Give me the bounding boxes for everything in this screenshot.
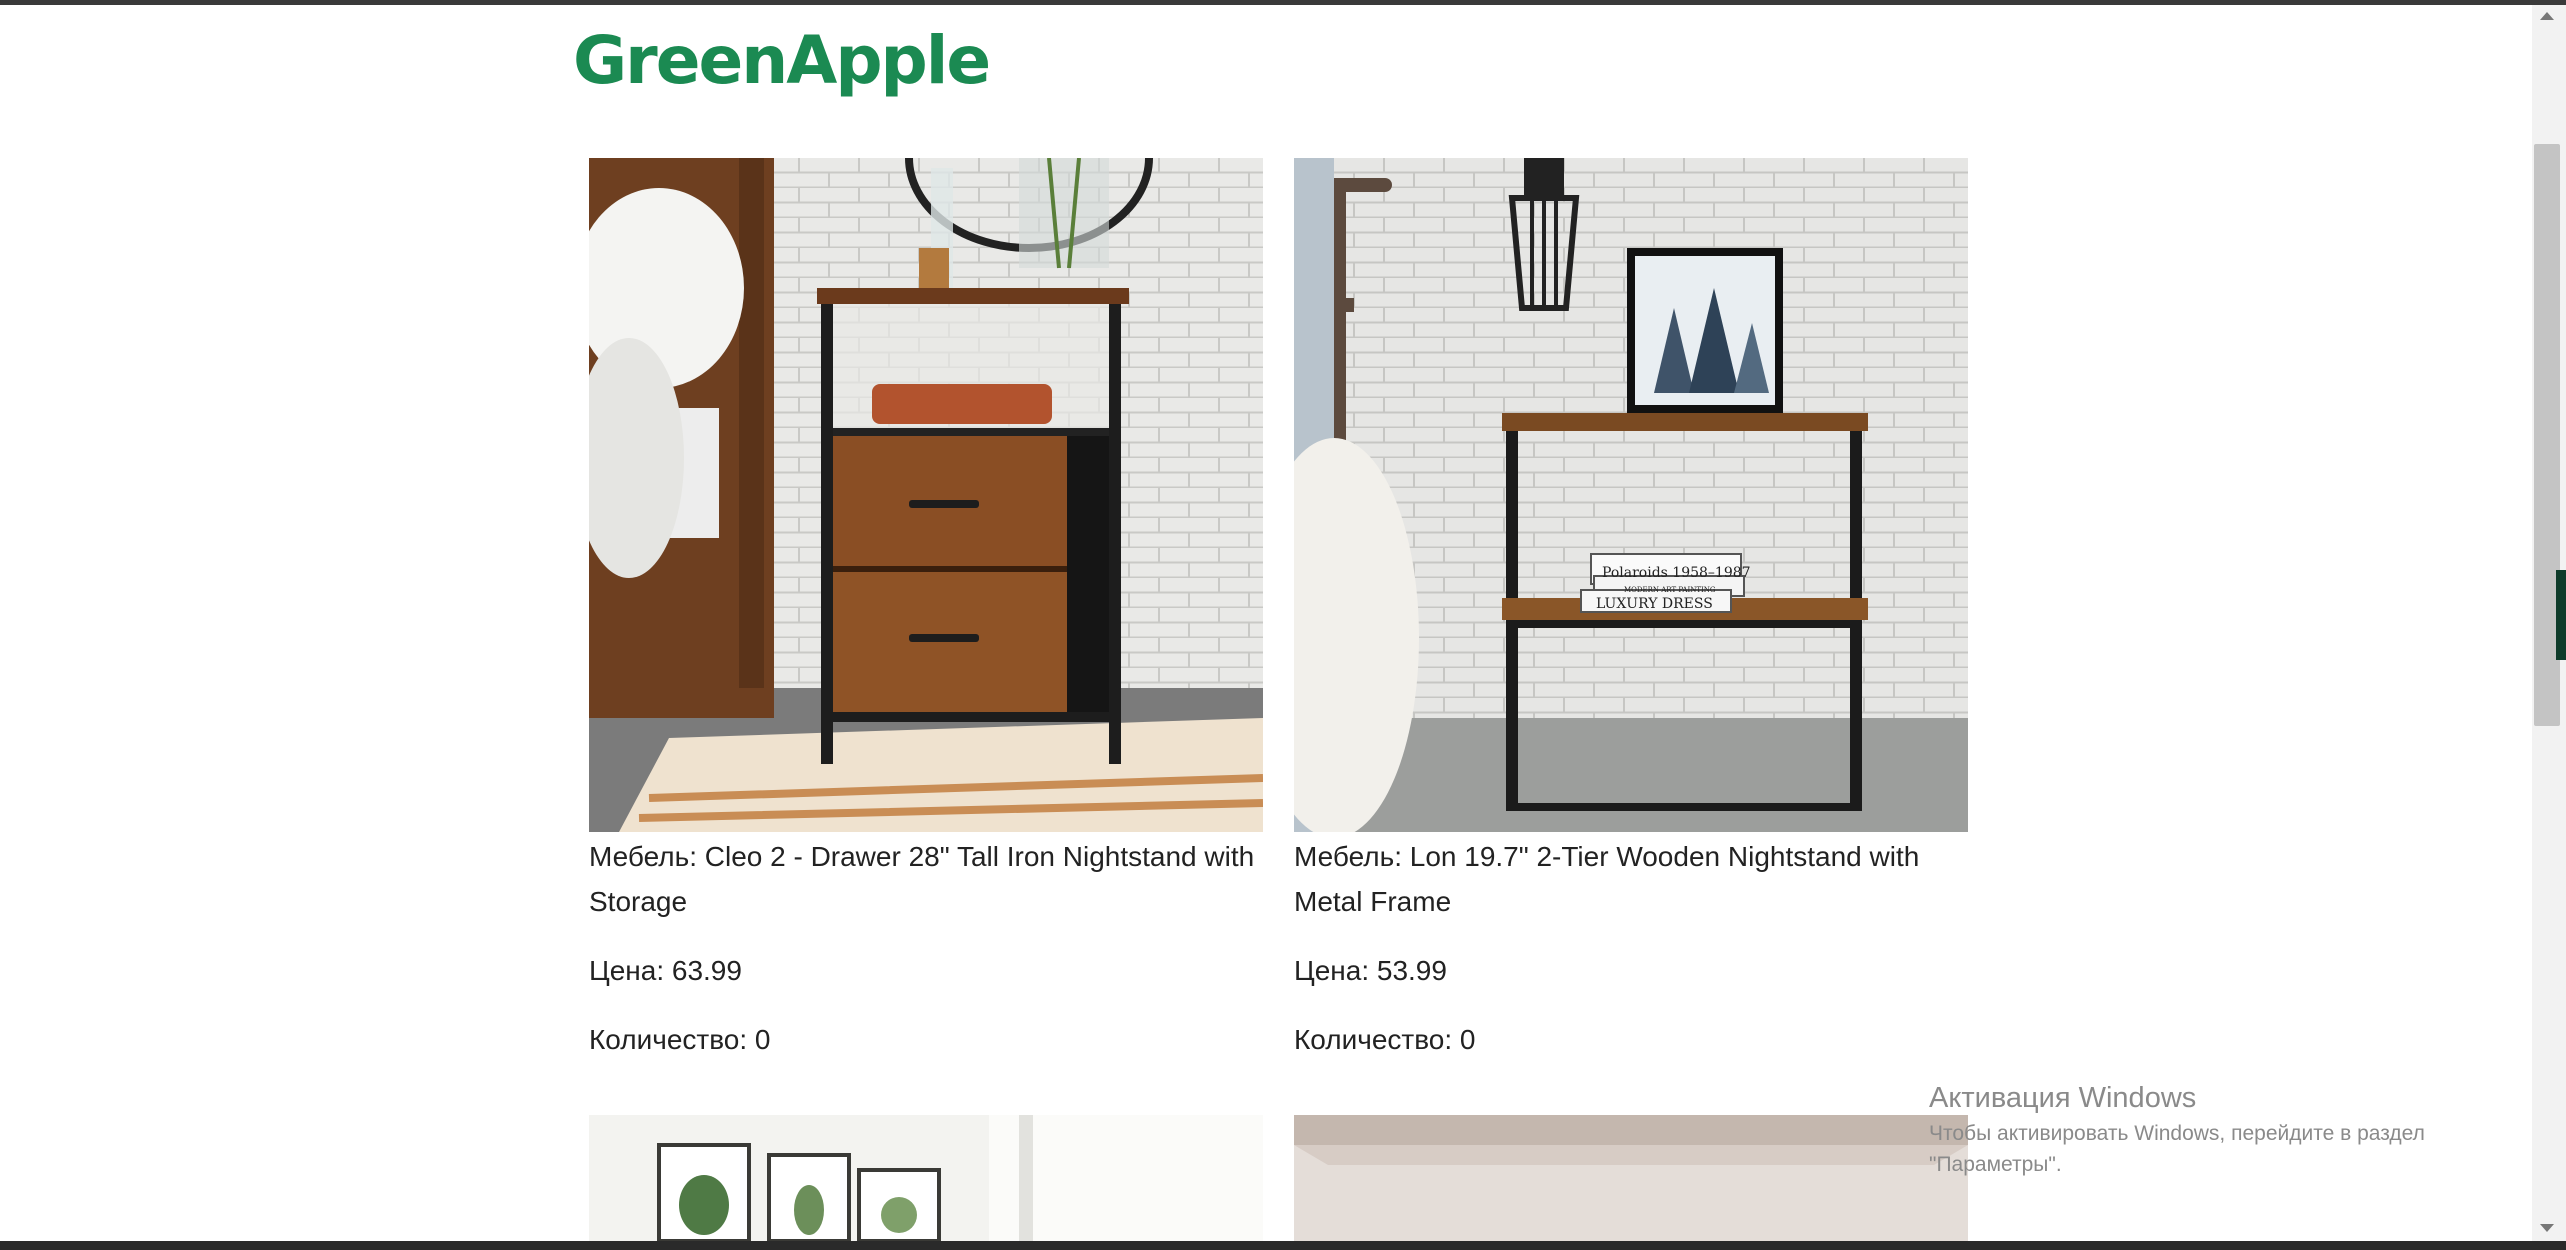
product-image[interactable] xyxy=(1294,1115,1968,1241)
product-quantity: Количество: 0 xyxy=(589,1024,771,1055)
product-name: Мебель: Lon 19.7" 2-Tier Wooden Nightsta… xyxy=(1294,841,1920,917)
window-bottom-border xyxy=(0,1241,2566,1250)
product-price: Цена: 53.99 xyxy=(1294,955,1447,986)
book-title-1: Polaroids 1958–1987 xyxy=(1602,565,1751,581)
activation-text: Чтобы активировать Windows, перейдите в … xyxy=(1929,1122,2425,1176)
scroll-up-arrow-icon[interactable] xyxy=(2540,12,2554,20)
product-price: Цена: 63.99 xyxy=(589,955,742,986)
window-edge xyxy=(2556,570,2566,660)
book-title-3: LUXURY DRESS xyxy=(1596,596,1713,612)
product-image[interactable]: Polaroids 1958–1987 MODERN ART PAINTING … xyxy=(1294,158,1968,832)
windows-activation-watermark: Активация Windows Чтобы активировать Win… xyxy=(1929,1078,2489,1180)
brand-logo[interactable]: GreenApple xyxy=(573,22,991,99)
book-title-2: MODERN ART PAINTING xyxy=(1624,586,1716,594)
product-quantity: Количество: 0 xyxy=(1294,1024,1476,1055)
scroll-down-arrow-icon[interactable] xyxy=(2540,1224,2554,1232)
product-name: Мебель: Cleo 2 - Drawer 28" Tall Iron Ni… xyxy=(589,841,1255,917)
window-top-border xyxy=(0,0,2566,5)
product-image[interactable] xyxy=(589,158,1263,832)
product-image[interactable] xyxy=(589,1115,1263,1241)
activation-title: Активация Windows xyxy=(1929,1082,2197,1114)
